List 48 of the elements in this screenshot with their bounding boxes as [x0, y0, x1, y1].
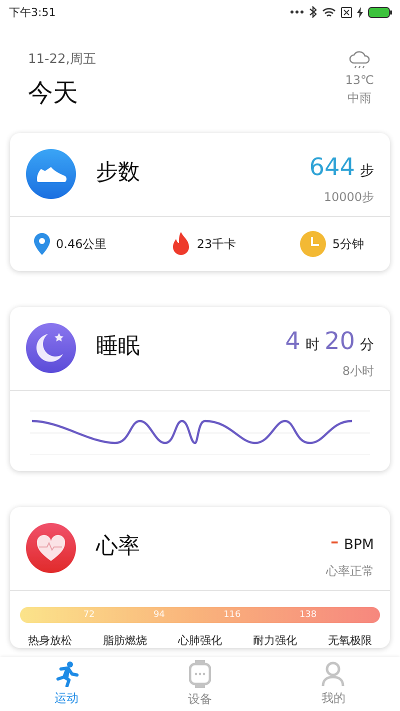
- zone-label: 心肺强化: [178, 633, 222, 648]
- wifi-icon: [322, 6, 336, 18]
- temperature-text: 13℃: [345, 73, 374, 87]
- zone-tick: 72: [83, 610, 95, 620]
- watch-icon: [188, 660, 211, 688]
- card-title: 步数: [96, 159, 141, 187]
- stat-value: 5分钟: [332, 236, 364, 252]
- nav-tab[interactable]: 运动: [0, 657, 134, 711]
- clock-icon: [300, 231, 326, 257]
- status-time: 下午3:51: [9, 4, 56, 20]
- minutes-unit: 分: [360, 336, 374, 354]
- weather-condition: 中雨: [348, 90, 372, 107]
- card-title: 心率: [96, 533, 141, 561]
- charging-icon: [357, 6, 363, 18]
- stat-value: 0.46公里: [56, 236, 107, 252]
- person-icon: [321, 661, 346, 687]
- nav-tab[interactable]: 设备: [133, 657, 267, 711]
- nav-tab[interactable]: 我的: [266, 657, 400, 711]
- shoe-icon: [26, 149, 76, 199]
- zone-label: 热身放松: [28, 633, 72, 648]
- more-dots-icon: [290, 10, 304, 14]
- steps-value: 644: [309, 153, 355, 181]
- hours-unit: 时: [305, 336, 320, 354]
- location-pin-icon: [34, 233, 50, 255]
- zone-label: 脂肪燃烧: [103, 633, 147, 648]
- bpm-unit: BPM: [344, 537, 374, 553]
- zone-tick: 116: [224, 610, 241, 620]
- steps-unit: 步: [360, 162, 374, 180]
- steps-goal: 10000步: [324, 189, 374, 206]
- zone-label: 耐力强化: [253, 633, 297, 648]
- zone-label: 无氧极限: [328, 633, 372, 648]
- bluetooth-icon: [309, 6, 317, 18]
- stat-value: 23千卡: [196, 236, 236, 252]
- moon-icon: [26, 323, 76, 373]
- sleep-goal: 8小时: [342, 363, 374, 380]
- date-text: 11-22,周五: [28, 51, 96, 68]
- page-title: 今天: [28, 77, 79, 109]
- flame-icon: [170, 232, 191, 256]
- rain-cloud-icon: [348, 50, 371, 70]
- sleep-hours: 4: [285, 327, 300, 355]
- heart-rate-status: 心率正常: [326, 563, 374, 580]
- sleep-minutes: 20: [324, 327, 355, 355]
- zone-tick: 138: [299, 610, 317, 620]
- card-title: 睡眠: [96, 333, 141, 361]
- heart-rate-value: -: [330, 527, 339, 555]
- sim-card-icon: [341, 6, 352, 18]
- battery-icon: [368, 6, 392, 18]
- zone-tick: 94: [153, 610, 165, 620]
